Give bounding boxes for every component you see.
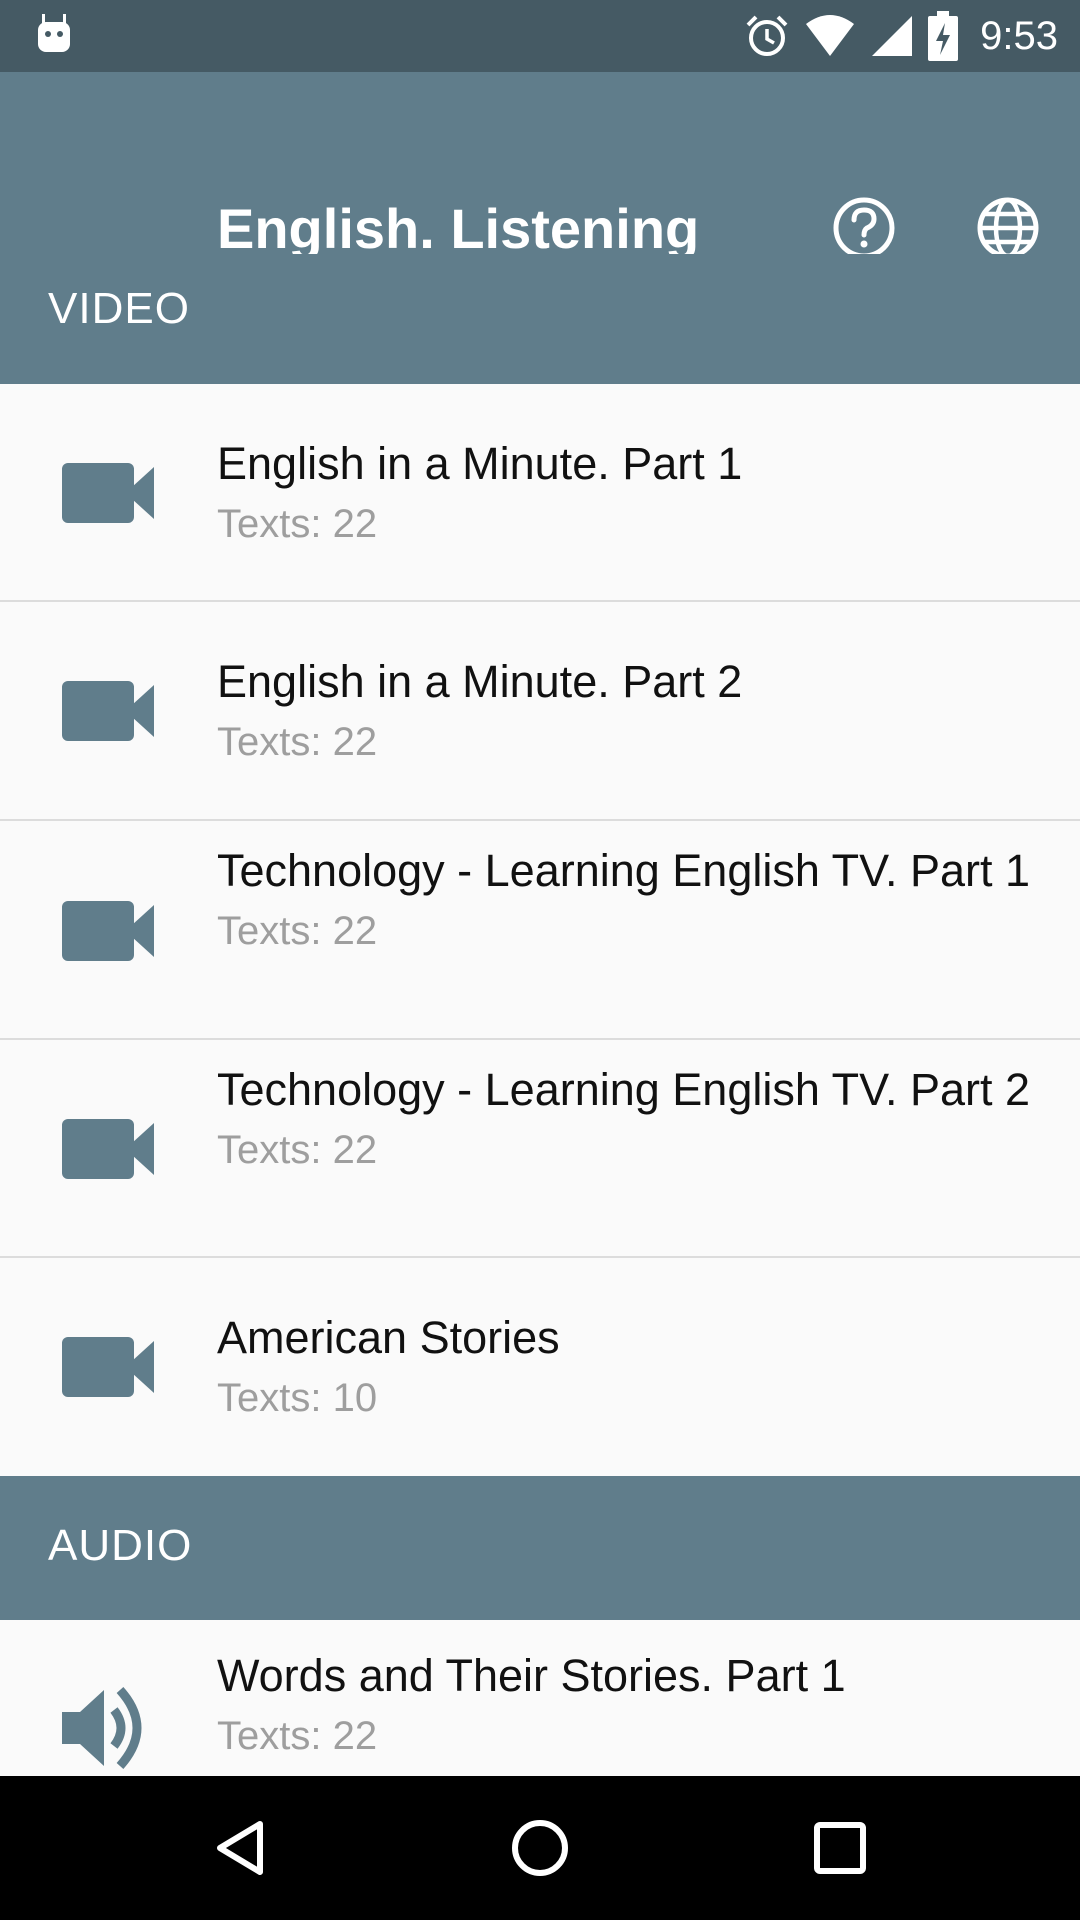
item-subtitle: Texts: 22 (217, 1128, 378, 1172)
section-label: VIDEO (48, 284, 190, 333)
alarm-icon (746, 15, 788, 56)
android-notification-icon (38, 14, 70, 52)
video-camera-icon (62, 901, 154, 961)
section-header-video: VIDEO (0, 254, 1080, 384)
globe-icon (977, 197, 1039, 259)
navigation-bar (0, 1776, 1080, 1920)
item-title: Words and Their Stories. Part 1 (217, 1650, 846, 1701)
cell-signal-icon (872, 16, 913, 56)
item-title: English in a Minute. Part 1 (217, 438, 743, 489)
list-item[interactable]: English in a Minute. Part 2 Texts: 22 (0, 602, 1080, 821)
wifi-icon (806, 15, 855, 56)
list-item[interactable]: American Stories Texts: 10 (0, 1258, 1080, 1476)
section-label: AUDIO (48, 1521, 193, 1570)
video-camera-icon (62, 463, 154, 523)
item-subtitle: Texts: 22 (217, 502, 378, 546)
item-title: American Stories (217, 1312, 560, 1363)
recents-icon[interactable] (804, 1812, 876, 1884)
item-title: English in a Minute. Part 2 (217, 656, 743, 707)
item-subtitle: Texts: 10 (217, 1376, 378, 1420)
item-subtitle: Texts: 22 (217, 909, 378, 953)
item-title: Technology - Learning English TV. Part 2 (217, 1064, 1031, 1115)
app-title: English. Listening (217, 197, 700, 260)
status-bar: 9:53 (0, 0, 1080, 72)
video-camera-icon (62, 681, 154, 741)
status-time: 9:53 (980, 13, 1058, 58)
speaker-icon (62, 1687, 142, 1769)
item-title: Technology - Learning English TV. Part 1 (217, 845, 1031, 896)
home-icon[interactable] (504, 1812, 576, 1884)
list-item[interactable]: Technology - Learning English TV. Part 2… (0, 1040, 1080, 1258)
item-subtitle: Texts: 22 (217, 1714, 378, 1758)
list-item[interactable]: English in a Minute. Part 1 Texts: 22 (0, 384, 1080, 602)
battery-charging-icon (928, 11, 959, 61)
help-icon (833, 197, 895, 259)
list-item[interactable]: Technology - Learning English TV. Part 1… (0, 821, 1080, 1040)
list-item[interactable]: Words and Their Stories. Part 1 Texts: 2… (0, 1620, 1080, 1780)
section-header-audio: AUDIO (0, 1476, 1080, 1620)
video-camera-icon (62, 1119, 154, 1179)
video-camera-icon (62, 1337, 154, 1397)
item-subtitle: Texts: 22 (217, 720, 378, 764)
back-icon[interactable] (204, 1812, 276, 1884)
